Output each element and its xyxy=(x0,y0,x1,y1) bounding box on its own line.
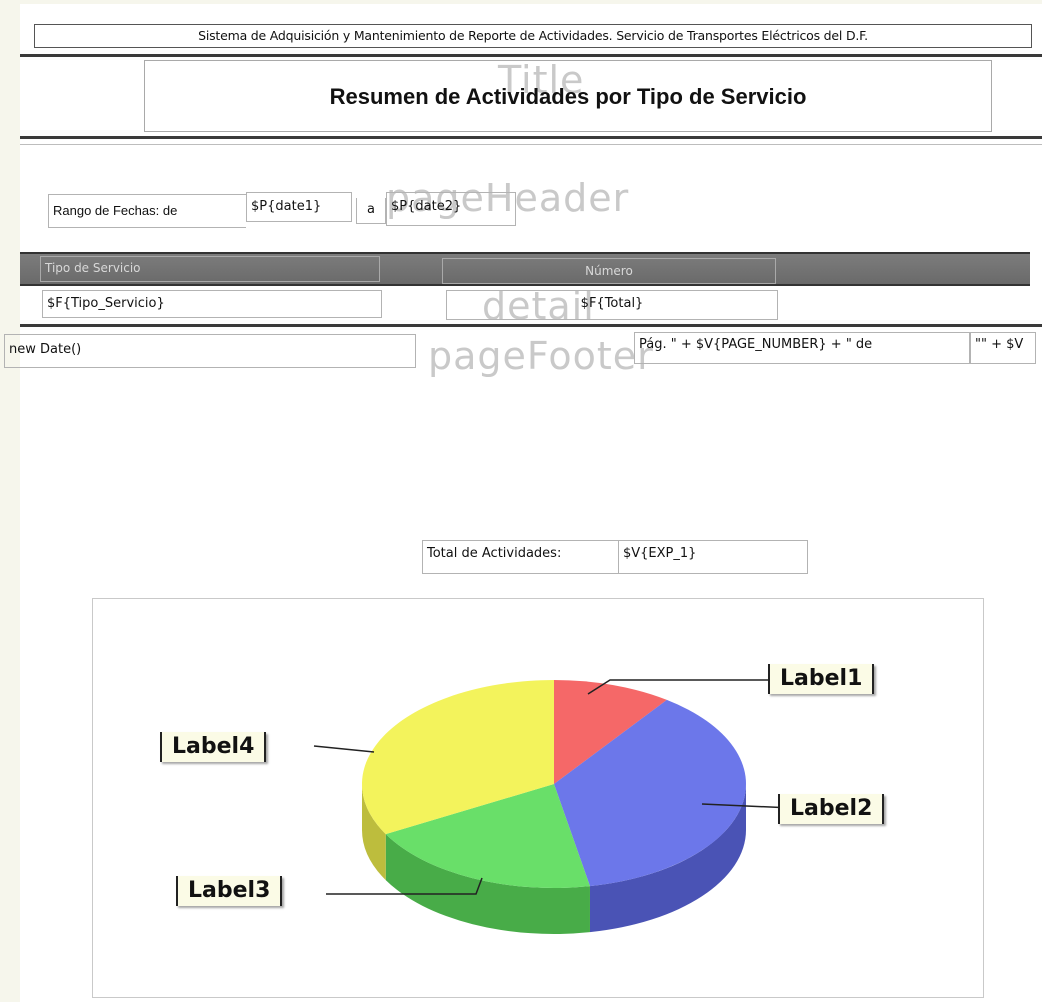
system-title-field[interactable]: Sistema de Adquisición y Mantenimiento d… xyxy=(34,24,1032,48)
pie-label-4: Label4 xyxy=(160,732,267,762)
footer-page-number-field[interactable]: Pág. " + $V{PAGE_NUMBER} + " de xyxy=(634,332,970,364)
report-title-field[interactable]: Resumen de Actividades por Tipo de Servi… xyxy=(144,60,992,132)
column-header-numero[interactable]: Número xyxy=(442,258,776,284)
report-title-text: Resumen de Actividades por Tipo de Servi… xyxy=(329,84,807,109)
leader-line-label3 xyxy=(326,877,483,895)
title-band-bottom-rule xyxy=(20,136,1042,139)
pie-label-1: Label1 xyxy=(768,664,875,694)
system-title-text: Sistema de Adquisición y Mantenimiento d… xyxy=(198,28,868,43)
footer-page-total-field[interactable]: "" + $V xyxy=(970,332,1036,364)
date1-field[interactable]: $P{date1} xyxy=(246,192,352,222)
title-band-top-rule xyxy=(20,54,1042,57)
title-band-divider xyxy=(20,144,1042,145)
date2-field[interactable]: $P{date2} xyxy=(386,192,516,226)
footer-date-field[interactable]: new Date() xyxy=(4,334,416,368)
pie-label-3: Label3 xyxy=(176,876,283,906)
leader-line-label4 xyxy=(313,745,375,753)
report-design-canvas: Sistema de Adquisición y Mantenimiento d… xyxy=(4,4,1042,1002)
pie-label-2: Label2 xyxy=(778,794,885,824)
detail-band-rule xyxy=(20,324,1042,327)
date-range-label[interactable]: Rango de Fechas: de xyxy=(48,194,246,228)
total-activities-label[interactable]: Total de Actividades: xyxy=(422,540,618,574)
column-header-tipo-servicio[interactable]: Tipo de Servicio xyxy=(40,256,380,282)
date-separator-label: a xyxy=(356,198,386,224)
total-field[interactable]: $F{Total} xyxy=(446,290,778,320)
band-label-page-footer: pageFooter xyxy=(428,334,654,378)
tipo-servicio-field[interactable]: $F{Tipo_Servicio} xyxy=(42,290,382,318)
leader-line-label1 xyxy=(587,679,768,695)
total-activities-value[interactable]: $V{EXP_1} xyxy=(618,540,808,574)
